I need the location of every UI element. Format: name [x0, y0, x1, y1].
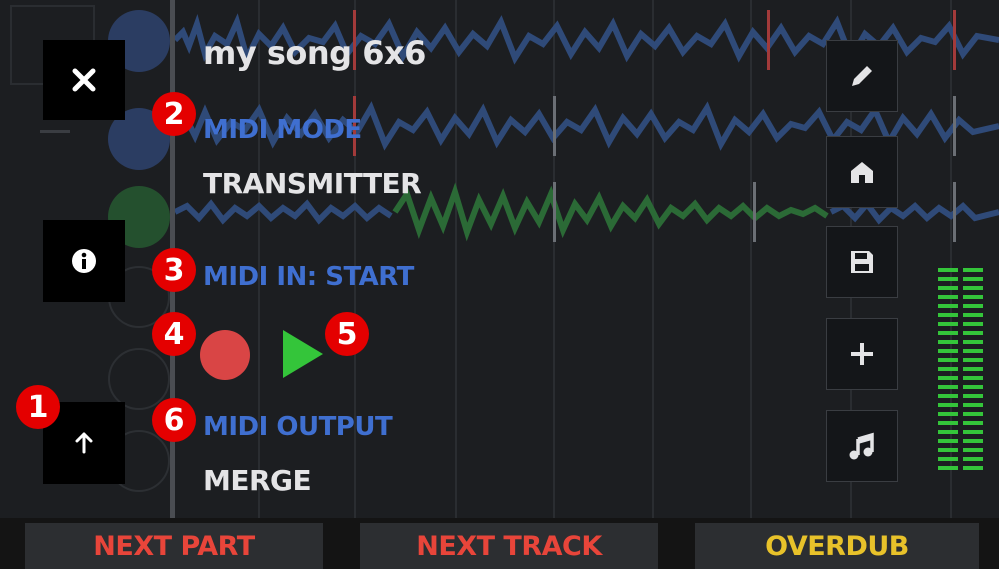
close-button[interactable] [43, 40, 125, 120]
play-button[interactable] [283, 330, 323, 378]
callout-badge-6: 6 [152, 398, 196, 442]
loop-marker [553, 96, 556, 156]
arrow-up-icon [75, 432, 93, 454]
edit-button[interactable] [826, 40, 898, 112]
plus-icon [40, 130, 70, 133]
callout-badge-4: 4 [152, 312, 196, 356]
callout-badge-5: 5 [325, 312, 369, 356]
song-title: my song 6x6 [203, 34, 426, 72]
midi-mode-label: MIDI MODE [203, 115, 362, 145]
tracks-button[interactable] [826, 410, 898, 482]
record-button[interactable] [200, 330, 250, 380]
grid-line [750, 0, 752, 518]
level-meter-right [963, 268, 983, 480]
save-button[interactable] [826, 226, 898, 298]
overdub-button[interactable]: OVERDUB [695, 523, 979, 569]
music-note-icon [849, 432, 874, 460]
midi-mode-value[interactable]: TRANSMITTER [203, 167, 422, 200]
loop-marker [767, 10, 770, 70]
loop-station-screen: my song 6x6 MIDI MODE TRANSMITTER MIDI I… [0, 0, 999, 518]
callout-badge-3: 3 [152, 248, 196, 292]
plus-icon [851, 343, 873, 365]
loop-marker [953, 10, 956, 70]
next-track-button[interactable]: NEXT TRACK [360, 523, 658, 569]
home-icon [851, 162, 873, 183]
loop-marker [753, 182, 756, 242]
pencil-icon [852, 66, 872, 86]
midi-output-value[interactable]: MERGE [203, 464, 312, 497]
midi-output-label: MIDI OUTPUT [203, 412, 393, 442]
callout-badge-1: 1 [16, 385, 60, 429]
grid-line [455, 0, 457, 518]
add-button[interactable] [826, 318, 898, 390]
level-meter-left [938, 268, 958, 480]
loop-marker [953, 96, 956, 156]
loop-marker [953, 182, 956, 242]
grid-line [652, 0, 654, 518]
info-button[interactable] [43, 220, 125, 302]
next-part-button[interactable]: NEXT PART [25, 523, 323, 569]
home-button[interactable] [826, 136, 898, 208]
close-icon [72, 68, 96, 92]
track-loop-indicator [108, 348, 170, 410]
grid-line [553, 0, 555, 518]
info-icon [72, 249, 96, 273]
loop-marker [553, 182, 556, 242]
save-icon [851, 251, 873, 273]
callout-badge-2: 2 [152, 92, 196, 136]
midi-in-label: MIDI IN: START [203, 262, 414, 292]
